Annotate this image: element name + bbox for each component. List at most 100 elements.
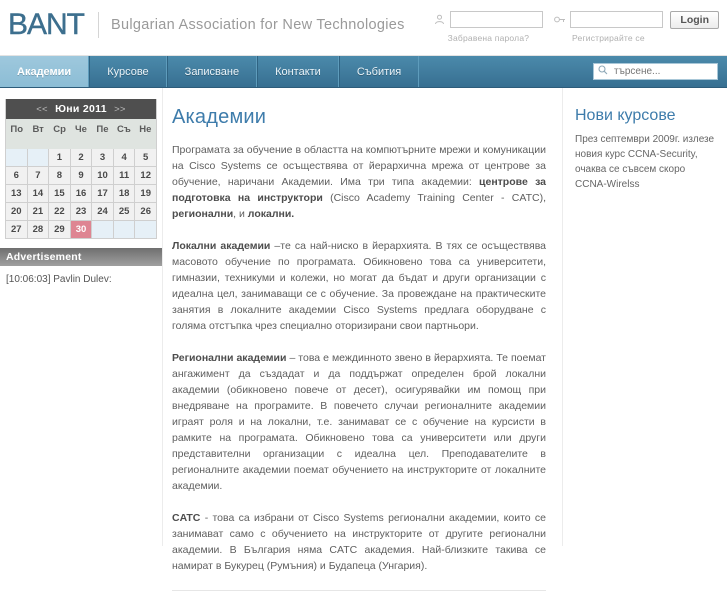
body-text: – това е междинното звено в йерархията. … [172,352,546,492]
logo-area[interactable]: BANT Bulgarian Association for New Techn… [8,9,405,40]
body-text: –те са най-ниско в йерархията. В тях се … [172,240,546,332]
site-tagline: Bulgarian Association for New Technologi… [111,17,405,33]
forgot-password-link[interactable]: Забравена парола? [448,33,530,43]
dow-label: Съ [116,124,131,135]
calendar-day-cell[interactable]: 19 [135,185,156,202]
advertisement-body: [10:06:03] Pavlin Dulev: [0,266,162,372]
article-body: Програмата за обучение в областта на ком… [172,142,550,574]
calendar-grid: 1 2 3 4 5 6 7 8 9 10 11 12 13 14 15 16 17 18 19 20 21 22 23 24 2… [6,149,156,238]
username-line [433,11,544,28]
body-text: - това са избрани от Cisco Systems регио… [172,512,546,572]
calendar-day-cell[interactable]: 24 [92,203,113,220]
login-button[interactable]: Login [670,11,719,29]
dow-label: Вт [32,124,44,135]
paragraph-p1: Програмата за обучение в областта на ком… [172,142,546,222]
calendar-day-cell[interactable]: 28 [27,221,49,238]
dow-label: Не [139,124,152,135]
calendar-day-cell[interactable]: 27 [6,221,27,238]
calendar-day-cell[interactable]: 29 [49,221,70,238]
calendar-next-button[interactable]: >> [114,104,126,115]
calendar-day-cell[interactable]: 17 [92,185,113,202]
calendar-widget: << Юни 2011 >> По Вт Ср Че Пе Съ Не 1234… [5,99,157,239]
calendar-day-cell[interactable]: 1 [49,149,70,166]
tab-label: Академии [17,65,72,78]
calendar-day-cell[interactable]: 18 [113,185,135,202]
search-box[interactable] [593,63,718,80]
tab-zapisvane[interactable]: Записване [166,56,258,87]
calendar-day-cell[interactable]: 15 [49,185,70,202]
new-courses-title: Нови курсове [575,107,676,124]
main-navigation: Академии Курсове Записване Контакти Съби… [0,56,727,88]
paragraph-p4: CATC - това са избрани от Cisco Systems … [172,510,546,574]
tab-akademii[interactable]: Академии [0,56,90,87]
calendar-prev-button[interactable]: << [36,104,48,115]
calendar-day-cell[interactable]: 20 [6,203,27,220]
tab-sabitiya[interactable]: Събития [338,56,420,87]
calendar-empty-cell [6,149,27,166]
body-text: , и [233,208,248,220]
calendar-day-cell[interactable]: 25 [113,203,135,220]
calendar-day-cell[interactable]: 26 [135,203,156,220]
calendar-day-cell[interactable]: 4 [113,149,135,166]
emphasis-text: Локални академии [172,240,271,252]
calendar-empty-cell [113,221,135,238]
emphasis-text: Регионални академии [172,352,287,364]
calendar-empty-cell [92,221,113,238]
login-area: Забравена парола? Регистрирайте се Login [433,11,719,43]
calendar-day-cell[interactable]: 9 [70,167,92,184]
calendar-today-cell[interactable]: 30 [70,221,92,238]
site-header: BANT Bulgarian Association for New Techn… [0,0,727,56]
register-link[interactable]: Регистрирайте се [572,33,645,43]
emphasis-text: регионални [172,208,234,220]
calendar-month-label: Юни 2011 [55,103,107,115]
calendar-day-cell[interactable]: 11 [113,167,135,184]
calendar-day-cell[interactable]: 13 [6,185,27,202]
username-group: Забравена парола? [433,11,544,43]
dow-label: Пе [96,124,109,135]
page-body: << Юни 2011 >> По Вт Ср Че Пе Съ Не 1234… [0,88,727,591]
new-courses-text: През септември 2009г. излезе новия курс … [575,134,715,190]
calendar-day-cell[interactable]: 10 [92,167,113,184]
calendar-day-cell[interactable]: 14 [27,185,49,202]
calendar-empty-cell [135,221,156,238]
tab-kontakti[interactable]: Контакти [257,56,339,87]
paragraph-p3: Регионални академии – това е междинното … [172,350,546,494]
search-input[interactable] [612,65,713,78]
tab-kursove[interactable]: Курсове [89,56,167,87]
body-text: (Cisco Academy Training Center - CATC), [322,192,546,204]
calendar-day-cell[interactable]: 23 [70,203,92,220]
password-input[interactable] [570,11,664,28]
calendar-day-cell[interactable]: 8 [49,167,70,184]
calendar-day-cell[interactable]: 21 [27,203,49,220]
tab-label: Записване [184,65,240,78]
dow-label: По [10,124,24,135]
left-sidebar: << Юни 2011 >> По Вт Ср Че Пе Съ Не 1234… [0,88,163,546]
page-title: Академии [172,106,267,128]
tab-label: Курсове [107,65,149,78]
logo-divider [98,12,100,38]
password-group: Регистрирайте се [553,11,664,43]
paragraph-p2: Локални академии –те са най-ниско в йера… [172,238,546,334]
emphasis-text: CATC [172,512,201,524]
calendar-header: << Юни 2011 >> [6,99,156,119]
key-icon [553,13,566,26]
search-icon [598,65,608,78]
user-icon [433,13,446,26]
dow-label: Ср [53,124,66,135]
calendar-day-cell[interactable]: 22 [49,203,70,220]
calendar-day-cell[interactable]: 2 [70,149,92,166]
calendar-day-cell[interactable]: 7 [27,167,49,184]
dow-label: Че [75,124,87,135]
username-input[interactable] [450,11,544,28]
site-logo[interactable]: BANT [8,9,85,40]
calendar-day-headers: По Вт Ср Че Пе Съ Не [6,119,156,149]
tab-label: Контакти [275,65,321,78]
calendar-day-cell[interactable]: 6 [6,167,27,184]
calendar-day-cell[interactable]: 16 [70,185,92,202]
calendar-day-cell[interactable]: 3 [92,149,113,166]
calendar-day-cell[interactable]: 5 [135,149,156,166]
tab-label: Събития [356,65,402,78]
emphasis-text: локални. [247,208,295,220]
calendar-day-cell[interactable]: 12 [135,167,156,184]
main-content: Академии Програмата за обучение в област… [163,88,563,591]
